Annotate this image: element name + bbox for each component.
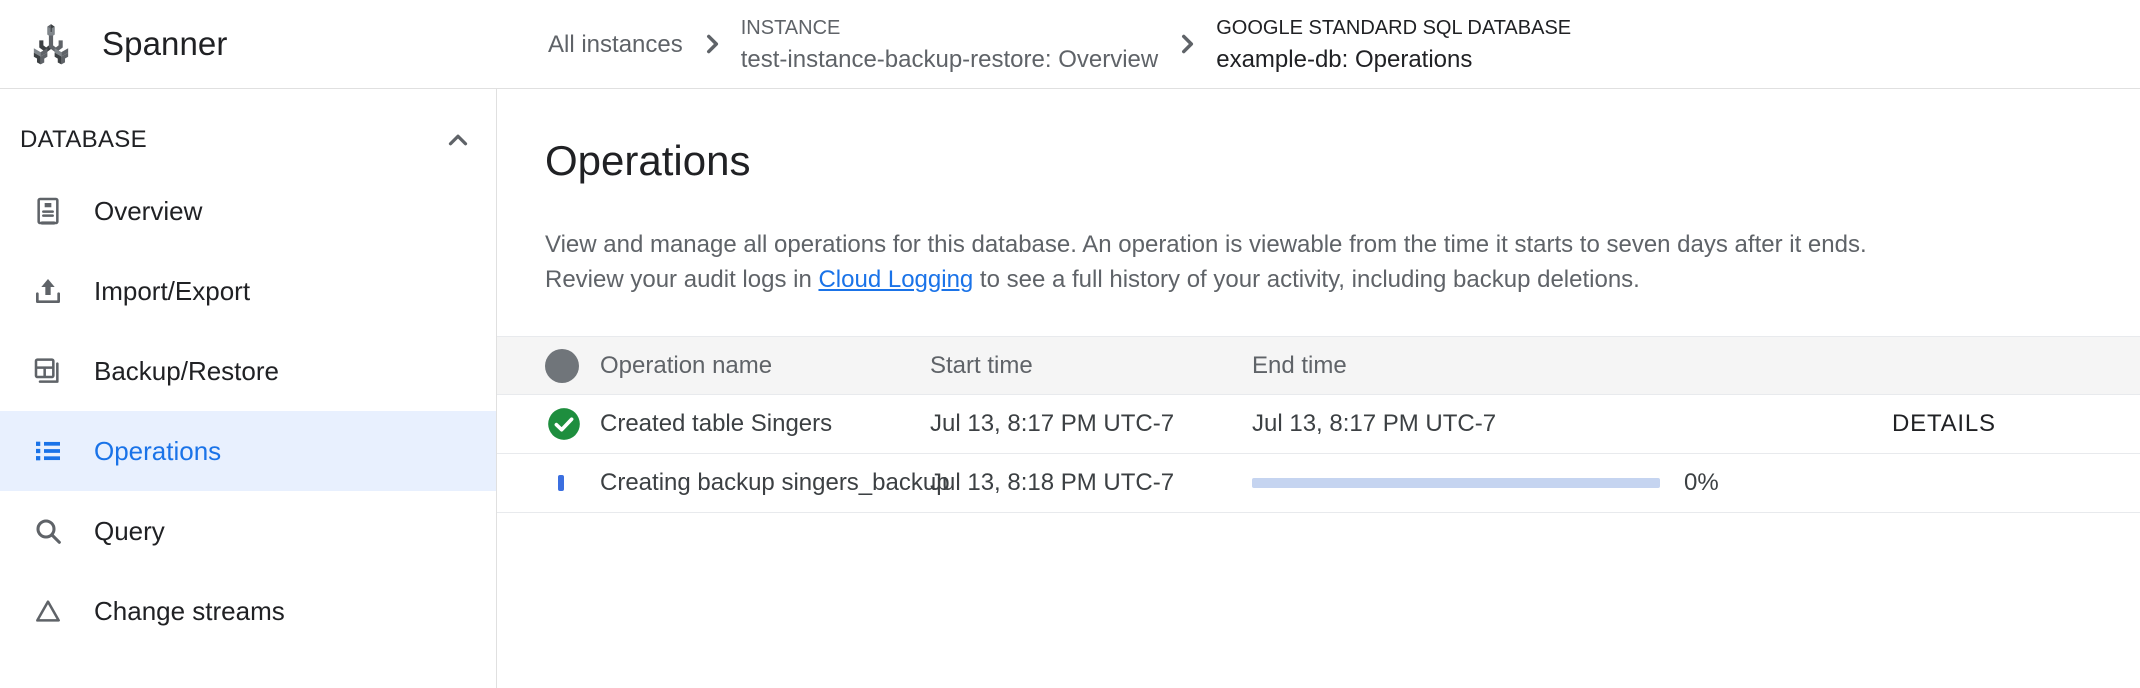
row-status-cell xyxy=(545,466,600,500)
row-operation-name: Created table Singers xyxy=(600,410,833,437)
sidebar-item-label: Operations xyxy=(94,436,222,466)
spinner-icon xyxy=(545,466,579,500)
sidebar-item-label: Import/Export xyxy=(94,276,251,306)
sidebar-item-overview[interactable]: Overview xyxy=(0,171,496,251)
chevron-up-icon[interactable] xyxy=(442,124,474,156)
table-header-status-cell xyxy=(545,348,600,383)
sidebar-item-label: Backup/Restore xyxy=(94,356,279,386)
breadcrumb-database-eyebrow: GOOGLE STANDARD SQL DATABASE xyxy=(1216,16,1572,39)
breadcrumb-database-label: example-db: Operations xyxy=(1216,45,1473,73)
brand-title: Spanner xyxy=(102,25,228,62)
row-status-cell xyxy=(545,405,600,443)
sidebar-item-query[interactable]: Query xyxy=(0,491,496,571)
check-circle-icon xyxy=(545,405,583,443)
table-row[interactable]: Created table Singers Jul 13, 8:17 PM UT… xyxy=(497,395,2140,454)
breadcrumb-instance-label: test-instance-backup-restore: Overview xyxy=(740,45,1159,73)
breadcrumb: All instances INSTANCE test-instance-bac… xyxy=(497,0,2140,88)
spanner-console-page: Spanner All instances INSTANCE test-inst… xyxy=(0,0,2140,688)
chevron-right-icon xyxy=(1158,31,1216,57)
breadcrumb-database[interactable]: GOOGLE STANDARD SQL DATABASE example-db:… xyxy=(1216,13,1571,76)
breadcrumb-instance[interactable]: INSTANCE test-instance-backup-restore: O… xyxy=(741,13,1159,76)
progress-percent-label: 0% xyxy=(1684,469,1719,496)
table-header-end-time[interactable]: End time xyxy=(1252,352,1856,380)
list-icon xyxy=(30,433,66,469)
sidebar: DATABASE Overview Import/Export Backup/R… xyxy=(0,89,497,688)
sidebar-section-database[interactable]: DATABASE xyxy=(0,109,496,171)
sidebar-item-label: Overview xyxy=(94,196,203,226)
table-row[interactable]: Creating backup singers_backup Jul 13, 8… xyxy=(497,454,2140,513)
sidebar-item-label: Change streams xyxy=(94,596,285,626)
brand-area[interactable]: Spanner xyxy=(0,0,497,88)
sidebar-item-import-export[interactable]: Import/Export xyxy=(0,251,496,331)
row-start-time: Jul 13, 8:17 PM UTC-7 xyxy=(930,410,1175,437)
row-action-cell: DETAILS xyxy=(1856,410,2116,438)
upload-icon xyxy=(30,273,66,309)
sidebar-item-backup-restore[interactable]: Backup/Restore xyxy=(0,331,496,411)
top-bar: Spanner All instances INSTANCE test-inst… xyxy=(0,0,2140,89)
operations-table: Operation name Start time End time Creat… xyxy=(497,336,2140,513)
page-description-line-2-prefix: Review your audit logs in xyxy=(545,266,819,293)
document-icon xyxy=(30,193,66,229)
table-header-row: Operation name Start time End time xyxy=(497,336,2140,395)
progress-bar xyxy=(1252,478,1660,488)
page-description: View and manage all operations for this … xyxy=(545,227,1945,297)
filled-circle-icon xyxy=(545,348,579,383)
breadcrumb-instance-eyebrow: INSTANCE xyxy=(740,16,841,39)
main-content: Operations View and manage all operation… xyxy=(497,89,2140,688)
body-wrapper: DATABASE Overview Import/Export Backup/R… xyxy=(0,89,2140,688)
chevron-right-icon xyxy=(683,31,741,57)
table-header-start-time[interactable]: Start time xyxy=(930,352,1252,380)
table-header-operation-name[interactable]: Operation name xyxy=(600,352,930,380)
row-end-time: Jul 13, 8:17 PM UTC-7 xyxy=(1252,410,1497,437)
cloud-logging-link[interactable]: Cloud Logging xyxy=(818,266,973,293)
main-header-block: Operations View and manage all operation… xyxy=(497,89,2140,297)
row-operation-name: Creating backup singers_backup xyxy=(600,469,950,496)
search-icon xyxy=(30,513,66,549)
sidebar-section-label: DATABASE xyxy=(20,126,147,153)
triangle-icon xyxy=(30,593,66,629)
row-progress-cell: 0% xyxy=(1252,469,1856,497)
sidebar-item-change-streams[interactable]: Change streams xyxy=(0,571,496,651)
page-description-line-1: View and manage all operations for this … xyxy=(545,231,1867,258)
breadcrumb-all-instances[interactable]: All instances xyxy=(548,28,683,61)
page-description-line-2-suffix: to see a full history of your activity, … xyxy=(973,266,1640,293)
backup-restore-icon xyxy=(30,353,66,389)
page-title: Operations xyxy=(545,137,751,184)
sidebar-item-label: Query xyxy=(94,516,165,546)
spanner-wrench-icon xyxy=(22,15,80,73)
details-button[interactable]: DETAILS xyxy=(1892,410,1996,438)
sidebar-item-operations[interactable]: Operations xyxy=(0,411,496,491)
row-start-time: Jul 13, 8:18 PM UTC-7 xyxy=(930,469,1175,496)
